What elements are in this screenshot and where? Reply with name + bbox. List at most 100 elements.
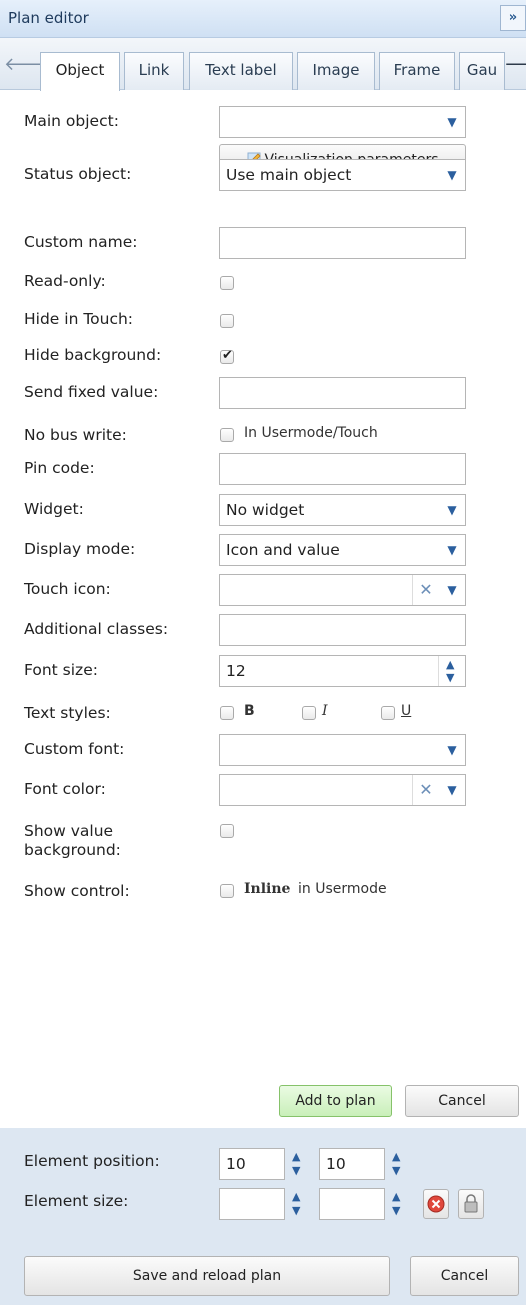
chevron-down-icon[interactable]: ▼ (438, 495, 465, 525)
save-and-reload-button[interactable]: Save and reload plan (24, 1256, 390, 1296)
pin-code-input[interactable] (219, 453, 466, 485)
stepper-down-icon[interactable]: ▼ (292, 1204, 300, 1217)
position-y-input[interactable]: 10 (319, 1148, 385, 1180)
read-only-checkbox[interactable] (220, 276, 234, 290)
tab-image[interactable]: Image (297, 52, 375, 90)
show-control-inline-label: Inline (244, 881, 291, 897)
row-send-fixed: Send fixed value: (0, 377, 526, 411)
add-to-plan-button[interactable]: Add to plan (279, 1085, 392, 1117)
stepper-down-icon[interactable]: ▼ (392, 1164, 400, 1177)
size-width-stepper[interactable]: ▲ ▼ (287, 1188, 311, 1220)
row-no-bus-write: No bus write: In Usermode/Touch (0, 420, 526, 454)
font-size-stepper[interactable]: ▲ ▼ (438, 656, 465, 686)
size-height-input[interactable] (319, 1188, 385, 1220)
font-color-label: Font color: (24, 780, 106, 798)
display-mode-select[interactable]: Icon and value ▼ (219, 534, 466, 566)
main-object-select[interactable]: ▼ (219, 106, 466, 138)
touch-icon-label: Touch icon: (24, 580, 111, 598)
stepper-down-icon[interactable]: ▼ (392, 1204, 400, 1217)
row-custom-font: Custom font: ▼ (0, 734, 526, 768)
position-x-value: 10 (226, 1155, 246, 1173)
stepper-up-icon[interactable]: ▲ (392, 1190, 400, 1203)
show-control-rest-label: in Usermode (298, 881, 387, 897)
custom-font-select[interactable]: ▼ (219, 734, 466, 766)
element-properties-panel: Element position: 10 ▲ ▼ 10 ▲ ▼ Element … (0, 1128, 526, 1305)
hide-touch-checkbox[interactable] (220, 314, 234, 328)
tab-object[interactable]: Object (40, 52, 120, 91)
delete-size-button[interactable] (423, 1189, 449, 1219)
chevron-down-icon[interactable]: ▼ (438, 775, 465, 805)
read-only-label: Read-only: (24, 272, 106, 290)
font-size-input[interactable]: 12 ▲ ▼ (219, 655, 466, 687)
no-bus-write-option-label: In Usermode/Touch (244, 425, 378, 441)
widget-select[interactable]: No widget ▼ (219, 494, 466, 526)
tab-gauge[interactable]: Gau (459, 52, 505, 90)
stepper-up-icon[interactable]: ▲ (292, 1150, 300, 1163)
italic-label: I (322, 703, 328, 719)
font-size-label: Font size: (24, 661, 98, 679)
tab-bar: 🡐 Object Link Text label Image Frame Gau… (0, 38, 526, 91)
send-fixed-input[interactable] (219, 377, 466, 409)
stepper-down-icon[interactable]: ▼ (292, 1164, 300, 1177)
size-height-stepper[interactable]: ▲ ▼ (387, 1188, 411, 1220)
row-display-mode: Display mode: Icon and value ▼ (0, 534, 526, 568)
size-width-input[interactable] (219, 1188, 285, 1220)
pin-code-label: Pin code: (24, 459, 95, 477)
row-font-size: Font size: 12 ▲ ▼ (0, 655, 526, 689)
widget-label: Widget: (24, 500, 84, 518)
underline-checkbox[interactable] (381, 706, 395, 720)
custom-font-label: Custom font: (24, 740, 125, 758)
show-control-checkbox[interactable] (220, 884, 234, 898)
lock-ratio-button[interactable] (458, 1189, 484, 1219)
chevron-down-icon[interactable]: ▼ (438, 535, 465, 565)
clear-icon[interactable]: ✕ (412, 575, 439, 605)
display-mode-label: Display mode: (24, 540, 136, 558)
element-position-label: Element position: (24, 1152, 160, 1170)
stepper-up-icon[interactable]: ▲ (446, 658, 454, 671)
chevron-down-icon[interactable]: ▼ (438, 575, 465, 605)
row-hide-touch: Hide in Touch: (0, 304, 526, 338)
hide-background-label: Hide background: (24, 346, 162, 364)
row-touch-icon: Touch icon: ✕ ▼ (0, 574, 526, 608)
stepper-up-icon[interactable]: ▲ (392, 1150, 400, 1163)
tab-link[interactable]: Link (124, 52, 184, 90)
delete-icon (427, 1195, 445, 1213)
tab-scroll-left-icon[interactable]: 🡐 (4, 55, 52, 75)
custom-name-input[interactable] (219, 227, 466, 259)
show-value-bg-checkbox[interactable] (220, 824, 234, 838)
clear-icon[interactable]: ✕ (412, 775, 439, 805)
chevron-down-icon[interactable]: ▼ (438, 735, 465, 765)
chevron-down-icon[interactable]: ▼ (438, 107, 465, 137)
no-bus-write-checkbox[interactable] (220, 428, 234, 442)
italic-checkbox[interactable] (302, 706, 316, 720)
position-y-value: 10 (326, 1155, 346, 1173)
position-x-stepper[interactable]: ▲ ▼ (287, 1148, 311, 1180)
underline-label: U (401, 703, 412, 719)
stepper-up-icon[interactable]: ▲ (292, 1190, 300, 1203)
text-styles-label: Text styles: (24, 704, 111, 722)
font-color-select[interactable]: ✕ ▼ (219, 774, 466, 806)
touch-icon-select[interactable]: ✕ ▼ (219, 574, 466, 606)
main-object-label: Main object: (24, 112, 119, 130)
status-object-label: Status object: (24, 165, 132, 183)
tab-scroll-right-icon[interactable]: 🡒 (504, 55, 526, 75)
collapse-button[interactable]: » (500, 5, 526, 31)
show-control-label: Show control: (24, 882, 130, 900)
cancel-button[interactable]: Cancel (405, 1085, 519, 1117)
stepper-down-icon[interactable]: ▼ (446, 671, 454, 684)
row-show-control: Show control: Inline in Usermode (0, 876, 526, 910)
tab-frame[interactable]: Frame (379, 52, 455, 90)
position-x-input[interactable]: 10 (219, 1148, 285, 1180)
row-hide-background: Hide background: (0, 340, 526, 374)
position-y-stepper[interactable]: ▲ ▼ (387, 1148, 411, 1180)
hide-background-checkbox[interactable] (220, 348, 234, 364)
status-object-select[interactable]: Use main object ▼ (219, 159, 466, 191)
row-additional-classes: Additional classes: (0, 614, 526, 648)
additional-classes-input[interactable] (219, 614, 466, 646)
bottom-cancel-button[interactable]: Cancel (410, 1256, 519, 1296)
tab-text-label[interactable]: Text label (189, 52, 293, 90)
row-main-object: Main object: ▼ (0, 106, 526, 140)
chevron-down-icon[interactable]: ▼ (438, 160, 465, 190)
widget-value: No widget (226, 501, 305, 519)
bold-checkbox[interactable] (220, 706, 234, 720)
